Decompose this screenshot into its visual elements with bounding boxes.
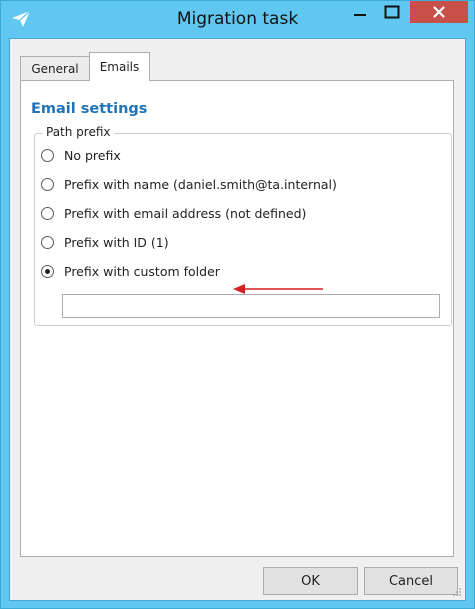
close-icon: [433, 6, 445, 18]
title-bar[interactable]: Migration task: [1, 1, 474, 38]
tab-emails[interactable]: Emails: [89, 52, 150, 81]
tab-general[interactable]: General: [20, 56, 90, 80]
path-prefix-group: Path prefix No prefix Prefix with name (…: [34, 125, 452, 326]
custom-folder-input[interactable]: [62, 294, 440, 318]
minimize-button[interactable]: [346, 1, 374, 23]
option-label: Prefix with name (daniel.smith@ta.intern…: [64, 176, 337, 192]
option-prefix-email[interactable]: Prefix with email address (not defined): [41, 204, 306, 222]
maximize-icon: [384, 5, 400, 19]
group-label: Path prefix: [43, 125, 114, 139]
minimize-icon: [354, 14, 366, 16]
radio-button[interactable]: [41, 206, 54, 220]
emails-tab-panel: Email settings Path prefix No prefix Pre…: [20, 80, 454, 557]
radio-button-selected[interactable]: [41, 264, 54, 278]
option-prefix-id[interactable]: Prefix with ID (1): [41, 233, 169, 251]
option-label: Prefix with ID (1): [64, 234, 169, 250]
option-label: No prefix: [64, 147, 121, 163]
ok-button[interactable]: OK: [263, 567, 358, 595]
resize-grip-icon[interactable]: [452, 587, 462, 597]
section-title: Email settings: [31, 101, 148, 117]
dialog-body: General Emails Email settings Path prefi…: [9, 38, 466, 601]
close-button[interactable]: [410, 1, 468, 23]
option-prefix-name[interactable]: Prefix with name (daniel.smith@ta.intern…: [41, 175, 337, 193]
dialog-window: Migration task General Emails Email sett…: [0, 0, 475, 609]
option-label: Prefix with custom folder: [64, 263, 220, 279]
radio-button[interactable]: [41, 235, 54, 249]
radio-button[interactable]: [41, 148, 54, 162]
option-no-prefix[interactable]: No prefix: [41, 146, 121, 164]
option-label: Prefix with email address (not defined): [64, 205, 307, 221]
radio-button[interactable]: [41, 177, 54, 191]
cancel-button[interactable]: Cancel: [364, 567, 458, 595]
option-custom-folder[interactable]: Prefix with custom folder: [41, 262, 220, 280]
maximize-button[interactable]: [374, 1, 410, 23]
